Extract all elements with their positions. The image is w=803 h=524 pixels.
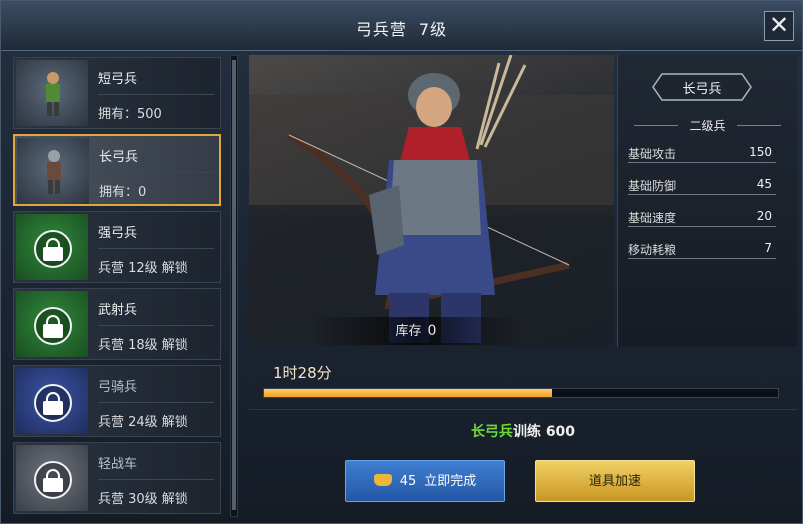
lock-icon [34, 461, 72, 499]
unit-name: 强弓兵 [98, 226, 138, 241]
training-count: 600 [545, 424, 576, 440]
unit-name: 轻战车 [98, 457, 138, 472]
unit-portrait [16, 291, 88, 357]
training-summary: 长弓兵训练 600 [249, 421, 797, 441]
unit-portrait [17, 138, 89, 204]
title-bar: 弓兵营 7级 ✕ [1, 1, 802, 51]
unit-unlock-req: 兵营 12级 解锁 [98, 261, 188, 276]
stat-label: 基础防御 [628, 179, 677, 193]
unit-tier: 二级兵 [628, 117, 787, 133]
unit-name: 短弓兵 [98, 72, 138, 87]
stat-value: 150 [749, 145, 772, 159]
unit-name: 弓骑兵 [98, 380, 138, 395]
unit-portrait [16, 214, 88, 280]
training-progress-bar [263, 388, 779, 398]
close-button[interactable]: ✕ [764, 11, 794, 41]
building-level: 7级 [418, 20, 448, 39]
building-name: 弓兵营 [355, 20, 407, 39]
lock-icon [34, 230, 72, 268]
unit-list-scrollbar[interactable] [230, 55, 238, 517]
stock-label: 库存 [395, 324, 422, 339]
unit-portrait [16, 60, 88, 126]
short-bowman-icon [46, 72, 60, 116]
unit-owned: 拥有：500 [98, 107, 162, 122]
stat-label: 基础速度 [628, 211, 677, 225]
stat-value: 45 [756, 177, 772, 191]
lock-icon [34, 307, 72, 345]
unit-owned: 拥有：0 [99, 185, 147, 200]
stat-label: 基础攻击 [628, 147, 677, 161]
window-title: 弓兵营 7级 [1, 16, 802, 40]
selected-unit-name: 长弓兵 [682, 82, 722, 97]
unit-name: 武射兵 [98, 303, 138, 318]
unit-item-wushe[interactable]: 武射兵 兵营 18级 解锁 [13, 288, 221, 360]
unit-portrait [16, 368, 88, 434]
unit-name: 长弓兵 [99, 150, 139, 165]
training-unit-name: 长弓兵 [470, 424, 513, 440]
item-speedup-button[interactable]: 道具加速 [535, 460, 695, 502]
longbow-archer-illustration [249, 55, 614, 347]
unit-item-strong-bow[interactable]: 强弓兵 兵营 12级 解锁 [13, 211, 221, 283]
instant-complete-button[interactable]: 45 立即完成 [345, 460, 505, 502]
training-action: 训练 [512, 424, 541, 440]
progress-bar-fill [264, 389, 552, 397]
stat-label: 移动耗粮 [628, 243, 677, 257]
stat-value: 7 [764, 241, 772, 255]
gold-ingot-icon [373, 474, 392, 486]
unit-unlock-req: 兵营 30级 解锁 [98, 492, 188, 507]
stat-value: 20 [756, 209, 772, 223]
stat-row-food-cost: 移动耗粮 7 [628, 239, 776, 259]
barracks-window: 弓兵营 7级 ✕ 短弓兵 拥有：500 长弓兵 拥有：0 强弓兵 兵营 12级 … [0, 0, 803, 524]
stat-row-attack: 基础攻击 150 [628, 143, 776, 163]
stat-row-speed: 基础速度 20 [628, 207, 776, 227]
unit-stats-panel: 长弓兵 二级兵 基础攻击 150 基础防御 45 基础速度 20 移动耗粮 7 [617, 55, 797, 347]
unit-illustration [249, 55, 614, 347]
unit-list: 短弓兵 拥有：500 长弓兵 拥有：0 强弓兵 兵营 12级 解锁 武射兵 兵营… [9, 55, 241, 521]
unit-name-badge: 长弓兵 [652, 73, 752, 101]
stock-value: 0 [427, 323, 437, 339]
unit-unlock-req: 兵营 18级 解锁 [98, 338, 188, 353]
unit-portrait [16, 445, 88, 511]
stat-row-defense: 基础防御 45 [628, 175, 776, 195]
unit-unlock-req: 兵营 24级 解锁 [98, 415, 188, 430]
unit-item-short-bow[interactable]: 短弓兵 拥有：500 [13, 57, 221, 129]
long-bowman-icon [47, 150, 61, 194]
unit-item-light-chariot[interactable]: 轻战车 兵营 30级 解锁 [13, 442, 221, 514]
stock-counter: 库存 0 [311, 317, 521, 345]
lock-icon [34, 384, 72, 422]
instant-label: 立即完成 [424, 474, 477, 489]
unit-item-horse-archer[interactable]: 弓骑兵 兵营 24级 解锁 [13, 365, 221, 437]
scrollbar-thumb[interactable] [232, 60, 236, 510]
training-progress: 1时28分 [249, 353, 797, 403]
unit-item-long-bow[interactable]: 长弓兵 拥有：0 [13, 134, 221, 206]
training-time-left: 1时28分 [273, 364, 332, 382]
instant-cost: 45 [399, 474, 417, 489]
